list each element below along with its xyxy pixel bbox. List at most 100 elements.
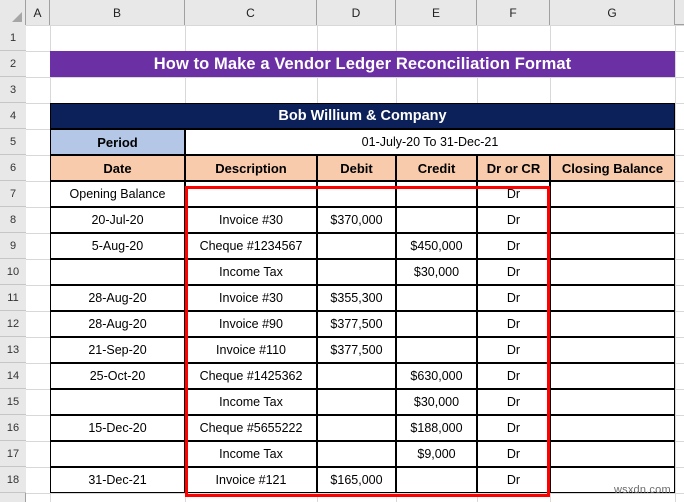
cell-dr-or-cr-r11[interactable]: Dr xyxy=(477,285,550,311)
cell-description-r13[interactable]: Invoice #110 xyxy=(185,337,317,363)
cell-closing-balance-r16[interactable] xyxy=(550,415,675,441)
cell-closing-balance-r13[interactable] xyxy=(550,337,675,363)
gridline-horizontal xyxy=(26,493,684,494)
watermark-label: wsxdn.com xyxy=(614,484,671,496)
cell-credit-r12[interactable] xyxy=(396,311,477,337)
cell-description-r16[interactable]: Cheque #5655222 xyxy=(185,415,317,441)
row-header-11[interactable]: 11 xyxy=(0,285,26,311)
cell-dr-or-cr-r14[interactable]: Dr xyxy=(477,363,550,389)
cell-closing-balance-r8[interactable] xyxy=(550,207,675,233)
cell-closing-balance-r7[interactable] xyxy=(550,181,675,207)
cell-dr-or-cr-r17[interactable]: Dr xyxy=(477,441,550,467)
cell-credit-r17[interactable]: $9,000 xyxy=(396,441,477,467)
cell-dr-or-cr-r15[interactable]: Dr xyxy=(477,389,550,415)
row-header-17[interactable]: 17 xyxy=(0,441,26,467)
row-header-3[interactable]: 3 xyxy=(0,77,26,103)
cell-credit-r13[interactable] xyxy=(396,337,477,363)
cell-description-r7[interactable] xyxy=(185,181,317,207)
cell-closing-balance-r15[interactable] xyxy=(550,389,675,415)
cell-debit-r16[interactable] xyxy=(317,415,396,441)
cell-dr-or-cr-r10[interactable]: Dr xyxy=(477,259,550,285)
cell-debit-r7[interactable] xyxy=(317,181,396,207)
cell-date-r16[interactable]: 15-Dec-20 xyxy=(50,415,185,441)
column-header-a[interactable]: A xyxy=(26,0,50,25)
cell-date-r17[interactable] xyxy=(50,441,185,467)
cell-debit-r15[interactable] xyxy=(317,389,396,415)
cell-debit-r12[interactable]: $377,500 xyxy=(317,311,396,337)
cell-dr-or-cr-r9[interactable]: Dr xyxy=(477,233,550,259)
cell-closing-balance-r10[interactable] xyxy=(550,259,675,285)
cell-date-r8[interactable]: 20-Jul-20 xyxy=(50,207,185,233)
cell-dr-or-cr-r13[interactable]: Dr xyxy=(477,337,550,363)
cell-debit-r10[interactable] xyxy=(317,259,396,285)
cell-date-r18[interactable]: 31-Dec-21 xyxy=(50,467,185,493)
cell-debit-r11[interactable]: $355,300 xyxy=(317,285,396,311)
cell-debit-r8[interactable]: $370,000 xyxy=(317,207,396,233)
cell-dr-or-cr-r8[interactable]: Dr xyxy=(477,207,550,233)
cell-date-r12[interactable]: 28-Aug-20 xyxy=(50,311,185,337)
row-header-2[interactable]: 2 xyxy=(0,51,26,77)
row-header-15[interactable]: 15 xyxy=(0,389,26,415)
row-header-10[interactable]: 10 xyxy=(0,259,26,285)
row-header-8[interactable]: 8 xyxy=(0,207,26,233)
cell-closing-balance-r12[interactable] xyxy=(550,311,675,337)
row-header-1[interactable]: 1 xyxy=(0,25,26,51)
cell-description-r15[interactable]: Income Tax xyxy=(185,389,317,415)
select-all-corner[interactable] xyxy=(0,0,26,25)
row-header-12[interactable]: 12 xyxy=(0,311,26,337)
cell-description-r18[interactable]: Invoice #121 xyxy=(185,467,317,493)
cell-credit-r7[interactable] xyxy=(396,181,477,207)
column-header-b[interactable]: B xyxy=(50,0,185,25)
row-header-6[interactable]: 6 xyxy=(0,155,26,181)
row-header-7[interactable]: 7 xyxy=(0,181,26,207)
cell-date-r9[interactable]: 5-Aug-20 xyxy=(50,233,185,259)
cell-credit-r14[interactable]: $630,000 xyxy=(396,363,477,389)
cell-closing-balance-r9[interactable] xyxy=(550,233,675,259)
cell-debit-r13[interactable]: $377,500 xyxy=(317,337,396,363)
cell-date-r10[interactable] xyxy=(50,259,185,285)
cell-credit-r8[interactable] xyxy=(396,207,477,233)
cell-date-r15[interactable] xyxy=(50,389,185,415)
cell-description-r9[interactable]: Cheque #1234567 xyxy=(185,233,317,259)
cell-dr-or-cr-r18[interactable]: Dr xyxy=(477,467,550,493)
cell-closing-balance-r17[interactable] xyxy=(550,441,675,467)
cell-credit-r9[interactable]: $450,000 xyxy=(396,233,477,259)
cell-closing-balance-r14[interactable] xyxy=(550,363,675,389)
cell-date-r7[interactable]: Opening Balance xyxy=(50,181,185,207)
cell-dr-or-cr-r16[interactable]: Dr xyxy=(477,415,550,441)
row-header-9[interactable]: 9 xyxy=(0,233,26,259)
cell-credit-r11[interactable] xyxy=(396,285,477,311)
cell-credit-r16[interactable]: $188,000 xyxy=(396,415,477,441)
cell-debit-r14[interactable] xyxy=(317,363,396,389)
column-header-d[interactable]: D xyxy=(317,0,396,25)
cell-dr-or-cr-r12[interactable]: Dr xyxy=(477,311,550,337)
row-header-18[interactable]: 18 xyxy=(0,467,26,493)
cell-credit-r10[interactable]: $30,000 xyxy=(396,259,477,285)
row-header-16[interactable]: 16 xyxy=(0,415,26,441)
cell-debit-r9[interactable] xyxy=(317,233,396,259)
cell-date-r11[interactable]: 28-Aug-20 xyxy=(50,285,185,311)
cell-closing-balance-r11[interactable] xyxy=(550,285,675,311)
cell-description-r12[interactable]: Invoice #90 xyxy=(185,311,317,337)
cell-debit-r17[interactable] xyxy=(317,441,396,467)
cell-dr-or-cr-r7[interactable]: Dr xyxy=(477,181,550,207)
row-header-14[interactable]: 14 xyxy=(0,363,26,389)
cell-date-r13[interactable]: 21-Sep-20 xyxy=(50,337,185,363)
grid-surface[interactable]: How to Make a Vendor Ledger Reconciliati… xyxy=(26,25,684,502)
cell-date-r14[interactable]: 25-Oct-20 xyxy=(50,363,185,389)
cell-credit-r15[interactable]: $30,000 xyxy=(396,389,477,415)
column-header-g[interactable]: G xyxy=(550,0,675,25)
column-header-f[interactable]: F xyxy=(477,0,550,25)
column-header-e[interactable]: E xyxy=(396,0,477,25)
cell-description-r10[interactable]: Income Tax xyxy=(185,259,317,285)
row-header-5[interactable]: 5 xyxy=(0,129,26,155)
cell-description-r8[interactable]: Invoice #30 xyxy=(185,207,317,233)
row-header-4[interactable]: 4 xyxy=(0,103,26,129)
cell-debit-r18[interactable]: $165,000 xyxy=(317,467,396,493)
column-header-c[interactable]: C xyxy=(185,0,317,25)
cell-credit-r18[interactable] xyxy=(396,467,477,493)
cell-description-r17[interactable]: Income Tax xyxy=(185,441,317,467)
cell-description-r14[interactable]: Cheque #1425362 xyxy=(185,363,317,389)
cell-description-r11[interactable]: Invoice #30 xyxy=(185,285,317,311)
row-header-13[interactable]: 13 xyxy=(0,337,26,363)
